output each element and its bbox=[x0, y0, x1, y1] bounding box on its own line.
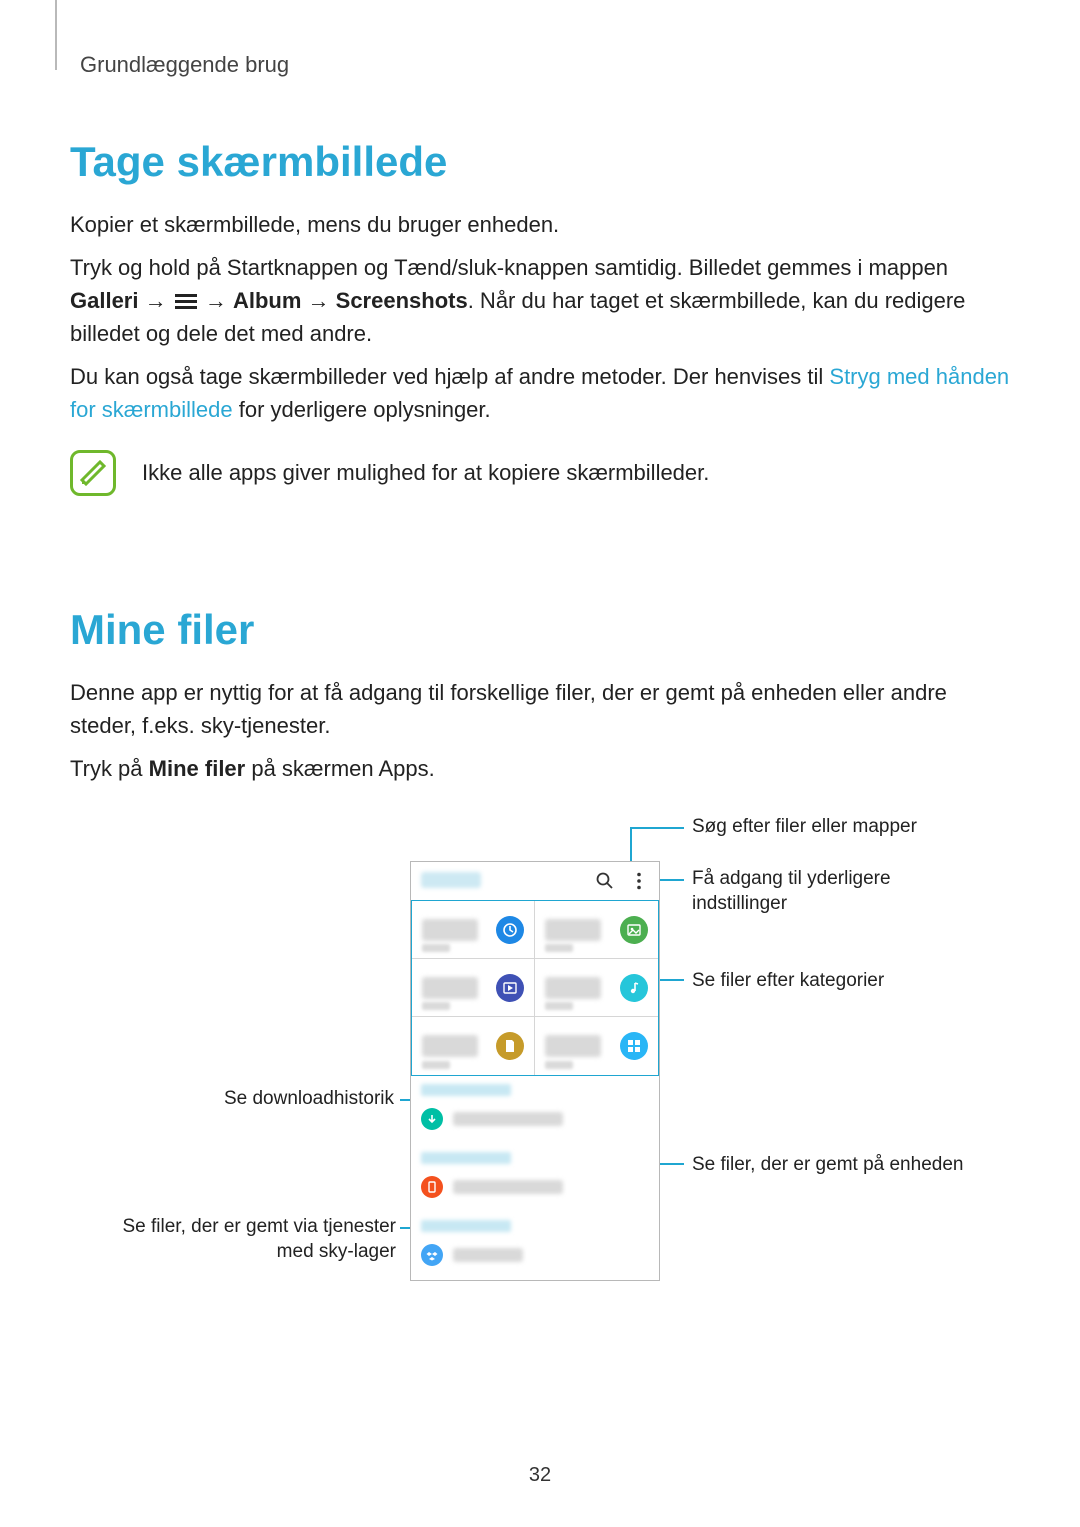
menu-icon bbox=[175, 294, 197, 310]
para-instructions: Tryk og hold på Startknappen og Tænd/slu… bbox=[70, 251, 1010, 350]
callout-more-l2: indstillinger bbox=[692, 892, 891, 917]
text: for yderligere oplysninger. bbox=[233, 397, 491, 422]
music-icon bbox=[620, 974, 648, 1002]
lead bbox=[630, 827, 684, 829]
dropbox-icon bbox=[421, 1244, 443, 1266]
callout-cloud: Se filer, der er gemt via tjenester med … bbox=[90, 1215, 396, 1264]
heading-screenshot: Tage skærmbillede bbox=[70, 138, 1010, 186]
arrow: → bbox=[199, 288, 233, 313]
breadcrumb: Grundlæggende brug bbox=[80, 52, 1010, 78]
section-local-storage bbox=[411, 1144, 659, 1212]
text-album: Album bbox=[233, 288, 301, 313]
text: på skærmen Apps. bbox=[245, 756, 435, 781]
cat-documents[interactable] bbox=[412, 1017, 535, 1075]
cat-downloaded[interactable] bbox=[535, 1017, 658, 1075]
text: Du kan også tage skærmbilleder ved hjælp… bbox=[70, 364, 829, 389]
cat-audio[interactable] bbox=[535, 959, 658, 1017]
cat-recent[interactable] bbox=[412, 901, 535, 959]
myfiles-diagram: Søg efter filer eller mapper Få adgang t… bbox=[90, 815, 990, 1335]
para-tap: Tryk på Mine filer på skærmen Apps. bbox=[70, 752, 1010, 785]
section-cloud-storage bbox=[411, 1212, 659, 1280]
note-row: Ikke alle apps giver mulighed for at kop… bbox=[70, 450, 1010, 496]
callout-more-l1: Få adgang til yderligere bbox=[692, 867, 891, 892]
callout-categories: Se filer efter kategorier bbox=[692, 969, 884, 994]
callout-cloud-l2: med sky-lager bbox=[90, 1240, 396, 1265]
note-text: Ikke alle apps giver mulighed for at kop… bbox=[142, 460, 709, 486]
cat-images[interactable] bbox=[535, 901, 658, 959]
text: Tryk på bbox=[70, 756, 149, 781]
row-device-storage[interactable] bbox=[421, 1170, 649, 1208]
text-galleri: Galleri bbox=[70, 288, 138, 313]
cat-videos[interactable] bbox=[412, 959, 535, 1017]
page-number: 32 bbox=[0, 1464, 1080, 1487]
row-dropbox[interactable] bbox=[421, 1238, 649, 1276]
text-minefiler: Mine filer bbox=[149, 756, 246, 781]
heading-myfiles: Mine filer bbox=[70, 606, 1010, 654]
note-icon bbox=[70, 450, 116, 496]
download-icon bbox=[421, 1108, 443, 1130]
phone-header bbox=[411, 862, 659, 900]
section-download-history bbox=[411, 1076, 659, 1144]
apps-icon bbox=[620, 1032, 648, 1060]
text-screenshots: Screenshots bbox=[336, 288, 468, 313]
callout-dl: Se downloadhistorik bbox=[184, 1087, 394, 1112]
video-icon bbox=[496, 974, 524, 1002]
callout-device: Se filer, der er gemt på enheden bbox=[692, 1153, 963, 1178]
document-icon bbox=[496, 1032, 524, 1060]
row-download-history[interactable] bbox=[421, 1102, 649, 1140]
clock-icon bbox=[496, 916, 524, 944]
callout-more: Få adgang til yderligere indstillinger bbox=[692, 867, 891, 916]
phone-mock bbox=[410, 861, 660, 1281]
arrow: → bbox=[301, 288, 335, 313]
decorative-rule bbox=[55, 0, 57, 70]
callout-search: Søg efter filer eller mapper bbox=[692, 815, 917, 840]
callout-cloud-l1: Se filer, der er gemt via tjenester bbox=[90, 1215, 396, 1240]
search-icon[interactable] bbox=[595, 871, 615, 891]
para-other-methods: Du kan også tage skærmbilleder ved hjælp… bbox=[70, 360, 1010, 426]
image-icon bbox=[620, 916, 648, 944]
arrow: → bbox=[138, 288, 172, 313]
app-title-blur bbox=[421, 872, 481, 888]
text: Tryk og hold på Startknappen og Tænd/slu… bbox=[70, 255, 948, 280]
device-icon bbox=[421, 1176, 443, 1198]
category-grid bbox=[411, 900, 659, 1076]
para-copy: Kopier et skærmbillede, mens du bruger e… bbox=[70, 208, 1010, 241]
more-icon[interactable] bbox=[629, 871, 649, 891]
para-app-desc: Denne app er nyttig for at få adgang til… bbox=[70, 676, 1010, 742]
